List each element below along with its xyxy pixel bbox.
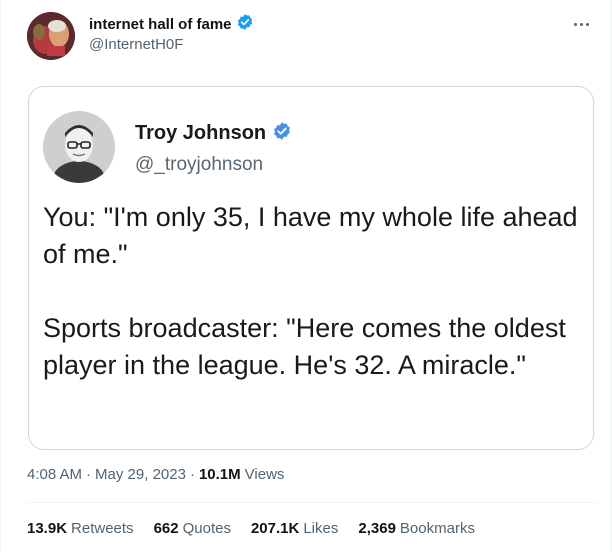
meta-separator: · xyxy=(86,466,92,483)
likes-stat[interactable]: 207.1K Likes xyxy=(251,520,338,537)
quotes-stat[interactable]: 662 Quotes xyxy=(154,520,231,537)
stat-value: 207.1K xyxy=(250,520,300,537)
more-dot xyxy=(585,22,589,26)
more-dot xyxy=(573,22,577,26)
quoted-paragraph: Sports broadcaster: "Here comes the olde… xyxy=(43,313,566,380)
stat-value: 13.9K xyxy=(27,520,68,537)
avatar-image xyxy=(27,12,75,60)
tweet-meta: 4:08 AM · May 29, 2023 · 10.1M Views xyxy=(27,466,284,483)
quoted-name-row: Troy Johnson xyxy=(135,121,292,146)
quoted-author-avatar xyxy=(43,111,115,183)
tweet-time[interactable]: 4:08 AM xyxy=(27,466,82,483)
stat-label: Bookmarks xyxy=(399,520,475,537)
stat-label: Quotes xyxy=(182,520,231,537)
stat-label: Retweets xyxy=(71,520,134,537)
author-names: internet hall of fame @InternetH0F xyxy=(89,13,254,53)
quoted-display-name: Troy Johnson xyxy=(135,122,267,144)
meta-separator: · xyxy=(189,466,195,483)
divider xyxy=(27,502,597,503)
views-label: Views xyxy=(244,466,285,483)
stat-value: 2,369 xyxy=(358,520,396,537)
retweets-stat[interactable]: 13.9K Retweets xyxy=(27,520,134,537)
tweet-date[interactable]: May 29, 2023 xyxy=(95,466,186,483)
more-options-icon[interactable] xyxy=(569,14,593,34)
embedded-tweet-image[interactable]: Troy Johnson @_troyjohnson You: "I'm onl… xyxy=(28,86,594,450)
views-count: 10.1M xyxy=(198,466,241,483)
more-dot xyxy=(579,22,583,26)
author-display-name[interactable]: internet hall of fame xyxy=(89,16,232,33)
stat-label: Likes xyxy=(303,520,339,537)
quoted-tweet-text: You: "I'm only 35, I have my whole life … xyxy=(43,199,583,384)
stat-value: 662 xyxy=(153,520,179,537)
verified-badge-icon xyxy=(272,121,292,146)
author-avatar[interactable] xyxy=(27,12,75,60)
quoted-paragraph: You: "I'm only 35, I have my whole life … xyxy=(43,202,578,269)
quoted-author-names: Troy Johnson @_troyjohnson xyxy=(135,121,292,176)
quoted-handle: @_troyjohnson xyxy=(135,154,264,175)
tweet-container: internet hall of fame @InternetH0F Troy … xyxy=(0,0,612,552)
engagement-stats: 13.9K Retweets 662 Quotes 207.1K Likes 2… xyxy=(27,520,475,537)
display-name-row: internet hall of fame xyxy=(89,13,254,36)
quoted-avatar-image xyxy=(43,111,115,183)
verified-badge-icon xyxy=(236,13,254,36)
bookmarks-stat[interactable]: 2,369 Bookmarks xyxy=(358,520,475,537)
tweet-header: internet hall of fame @InternetH0F xyxy=(27,10,599,62)
author-handle[interactable]: @InternetH0F xyxy=(89,36,254,53)
